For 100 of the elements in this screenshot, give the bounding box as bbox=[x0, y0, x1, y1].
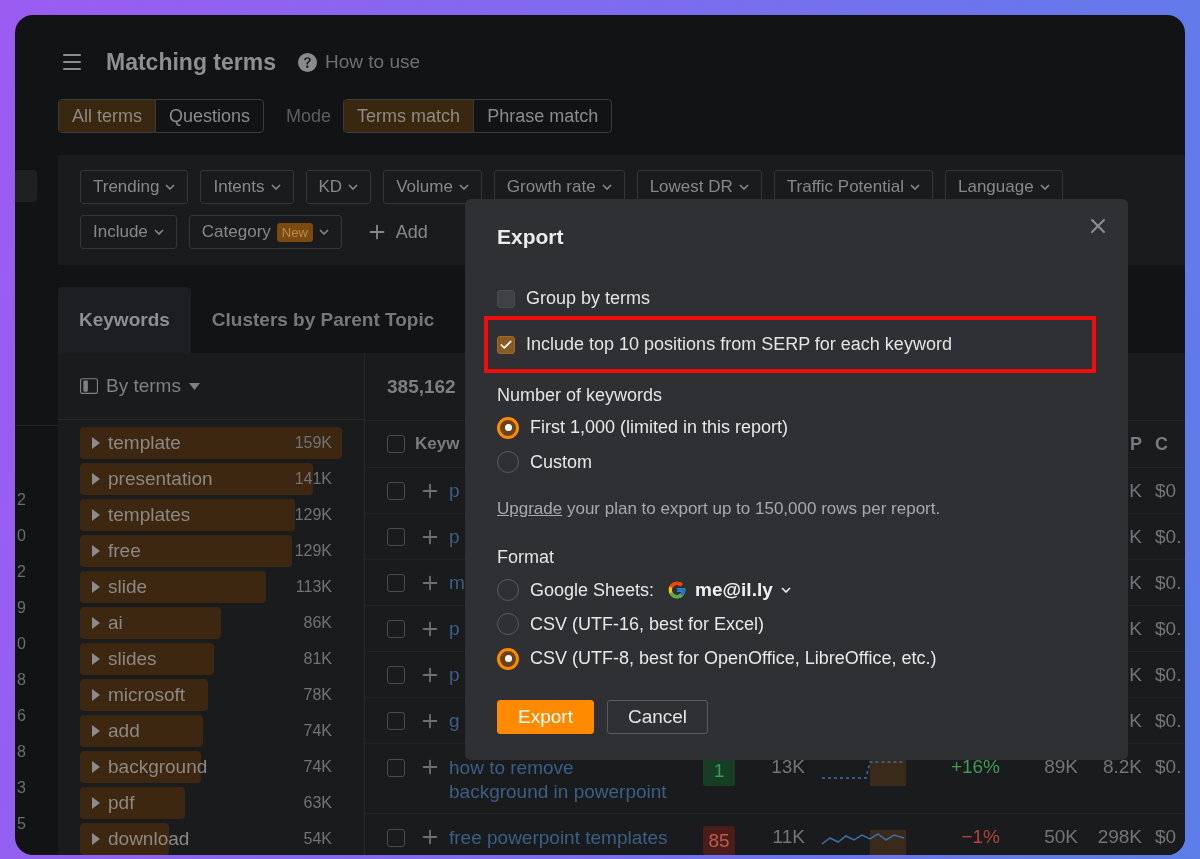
add-filter-button[interactable]: Add bbox=[353, 215, 428, 249]
filter-dropdown[interactable]: Trending bbox=[80, 170, 189, 204]
checkbox[interactable] bbox=[497, 289, 515, 308]
term-row[interactable]: template 159K bbox=[80, 427, 342, 459]
dialog-title: Export bbox=[497, 225, 565, 249]
term-label: download bbox=[108, 828, 191, 850]
checkbox[interactable] bbox=[387, 829, 405, 847]
segment-tab[interactable]: Questions bbox=[156, 100, 264, 132]
row-number: 2 bbox=[17, 490, 26, 510]
tab[interactable]: Clusters by Parent Topic bbox=[190, 287, 456, 353]
result-count: 385,162 bbox=[387, 375, 456, 398]
term-label: ai bbox=[108, 612, 124, 634]
column-header[interactable]: C bbox=[1150, 433, 1185, 455]
expand-icon bbox=[92, 437, 100, 449]
term-row[interactable]: presentation 141K bbox=[80, 463, 342, 495]
checkbox[interactable] bbox=[387, 573, 405, 592]
term-row[interactable]: slides 81K bbox=[80, 643, 342, 675]
radio-button[interactable] bbox=[497, 416, 519, 439]
checkbox[interactable] bbox=[387, 665, 405, 684]
radio-label[interactable]: CSV (UTF-16, best for Excel) bbox=[530, 613, 765, 635]
term-label: slides bbox=[108, 648, 158, 670]
cpc-cell-text: $0. bbox=[1154, 617, 1183, 640]
term-count: 141K bbox=[294, 470, 332, 488]
radio-label[interactable]: Google Sheets: bbox=[530, 579, 655, 601]
checkbox[interactable] bbox=[387, 619, 405, 638]
cpc-cell-text: $0. bbox=[1154, 525, 1183, 548]
row-number: 3 bbox=[17, 778, 26, 798]
filter-dropdown[interactable]: KD bbox=[305, 170, 372, 204]
term-row[interactable]: background 74K bbox=[80, 751, 342, 783]
filter-dropdown[interactable]: Intents bbox=[200, 170, 294, 204]
radio-button[interactable] bbox=[497, 647, 519, 670]
growth-cell-text: +16% bbox=[949, 756, 1001, 778]
checkbox[interactable] bbox=[387, 435, 405, 453]
radio-option[interactable]: First 1,000 (limited in this report) bbox=[497, 410, 1096, 445]
grouping-dropdown[interactable]: By terms bbox=[80, 375, 200, 397]
term-count: 86K bbox=[303, 614, 332, 632]
table-cell-text: 89K bbox=[1043, 756, 1079, 778]
account-dropdown[interactable]: me@il.ly bbox=[667, 579, 791, 602]
expand-icon bbox=[92, 473, 100, 485]
segment-tab[interactable]: Phrase match bbox=[474, 100, 612, 132]
page-title: Matching terms bbox=[106, 48, 276, 76]
term-row[interactable]: free 129K bbox=[80, 535, 342, 567]
collapsed-field[interactable] bbox=[15, 170, 37, 202]
segment-tab[interactable]: Terms match bbox=[344, 100, 475, 132]
traffic-cell-text: K bbox=[1128, 479, 1143, 502]
term-row[interactable]: templates 129K bbox=[80, 499, 342, 531]
upgrade-link[interactable]: Upgrade bbox=[497, 499, 563, 519]
checkbox-option[interactable]: Include top 10 positions from SERP for each keyword bbox=[497, 327, 1083, 362]
caret-icon bbox=[188, 382, 200, 390]
checkbox-option[interactable]: Group by terms bbox=[497, 281, 1096, 316]
cpc-cell-text: $0. bbox=[1154, 663, 1183, 686]
keyword-link[interactable]: free powerpoint templates bbox=[449, 826, 673, 850]
term-count: 113K bbox=[295, 578, 332, 596]
volume-cell-text: 11K bbox=[771, 826, 806, 848]
expand-icon bbox=[92, 545, 100, 557]
traffic-cell-text: K bbox=[1128, 571, 1143, 594]
checkbox[interactable] bbox=[387, 711, 405, 730]
checkbox[interactable] bbox=[387, 527, 405, 546]
radio-label[interactable]: CSV (UTF-8, best for OpenOffice, LibreOffice, etc.) bbox=[530, 648, 937, 670]
term-label: microsoft bbox=[108, 684, 187, 706]
row-number: 8 bbox=[17, 742, 26, 762]
chevron-icon bbox=[348, 184, 359, 190]
term-row[interactable]: add 74K bbox=[80, 715, 342, 747]
filter-dropdown[interactable]: Category New bbox=[188, 215, 342, 249]
term-row[interactable]: ai 86K bbox=[80, 607, 342, 639]
row-number: 0 bbox=[17, 634, 26, 654]
cpc-cell-text: $0. bbox=[1154, 756, 1183, 778]
row-number: 8 bbox=[17, 670, 26, 690]
section-label: Format bbox=[497, 547, 555, 570]
help-link[interactable]: How to use bbox=[325, 51, 421, 73]
expand-icon bbox=[92, 725, 100, 737]
tab[interactable]: Keywords bbox=[58, 287, 191, 353]
filter-dropdown[interactable]: Include bbox=[80, 215, 177, 249]
keyword-link[interactable]: how to remove background in powerpoint bbox=[449, 756, 673, 804]
term-row[interactable]: microsoft 78K bbox=[80, 679, 342, 711]
expand-icon bbox=[92, 797, 100, 809]
expand-icon bbox=[92, 509, 100, 521]
traffic-cell-text: 8.2K bbox=[1101, 756, 1143, 778]
traffic-cell-text: K bbox=[1128, 663, 1143, 686]
term-label: template bbox=[108, 432, 182, 454]
sidebar-icon bbox=[80, 377, 98, 395]
term-count: 54K bbox=[303, 830, 332, 848]
expand-icon bbox=[92, 761, 100, 773]
checkbox[interactable] bbox=[387, 481, 405, 500]
term-label: slide bbox=[108, 576, 149, 598]
checkbox[interactable] bbox=[497, 335, 515, 354]
term-row[interactable]: slide 113K bbox=[80, 571, 342, 603]
term-row[interactable]: pdf 63K bbox=[80, 787, 342, 819]
term-row[interactable]: download 54K bbox=[80, 823, 342, 855]
cancel-button[interactable]: Cancel bbox=[606, 700, 709, 735]
term-count: 74K bbox=[303, 758, 332, 776]
checkbox[interactable] bbox=[387, 759, 405, 777]
radio-option[interactable]: Custom bbox=[497, 444, 1096, 480]
growth-cell-text: −1% bbox=[960, 826, 1001, 848]
table-cell-text: 50K bbox=[1043, 826, 1079, 848]
chevron-icon bbox=[601, 184, 612, 190]
expand-icon bbox=[92, 617, 100, 629]
row-number: 6 bbox=[17, 706, 26, 726]
help-icon[interactable] bbox=[298, 52, 317, 72]
segment-tab[interactable]: All terms bbox=[59, 100, 156, 132]
